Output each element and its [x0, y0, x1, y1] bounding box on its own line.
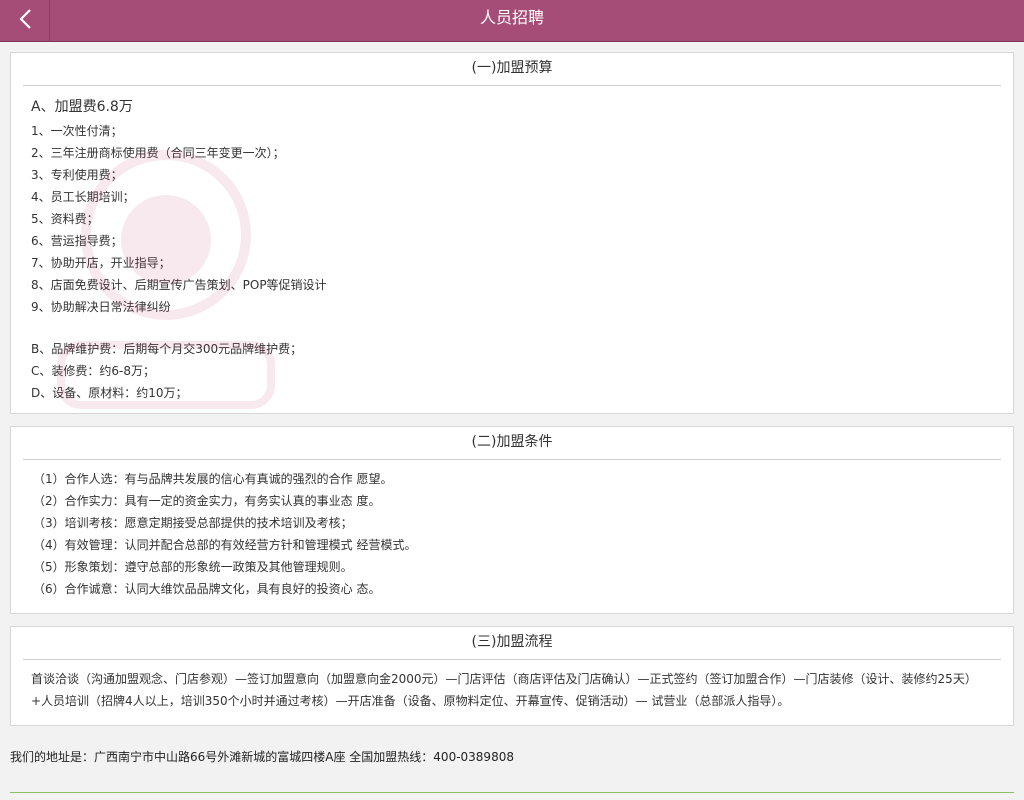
budget-item: 3、专利使用费；: [31, 168, 123, 182]
top-bar: 人员招聘: [0, 0, 1024, 42]
budget-item: 2、三年注册商标使用费（合同三年变更一次）；: [31, 146, 285, 160]
page-title: 人员招聘: [479, 8, 544, 27]
budget-item: 6、营运指导费；: [31, 234, 123, 248]
footer-divider: [10, 792, 1014, 793]
fee-heading: A、加盟费6.8万: [31, 99, 133, 115]
condition-item: （3）培训考核：愿意定期接受总部提供的技术培训及考核；: [33, 516, 353, 530]
decoration-fee: C、装修费：约6-8万；: [31, 364, 155, 378]
process-panel: (三)加盟流程 首谈洽谈（沟通加盟观念、门店参观）—签订加盟意向（加盟意向金20…: [10, 626, 1014, 726]
budget-item: 4、员工长期培训；: [31, 190, 135, 204]
conditions-panel: (二)加盟条件 （1）合作人选：有与品牌共发展的信心有真诚的强烈的合作 愿望。 …: [10, 426, 1014, 614]
budget-panel: (一)加盟预算 A、加盟费6.8万 1、一次性付清； 2、三年注册商标使用费（合…: [10, 52, 1014, 414]
budget-item: 5、资料费；: [31, 212, 99, 226]
process-text: 首谈洽谈（沟通加盟观念、门店参观）—签订加盟意向（加盟意向金2000元）—门店评…: [31, 672, 971, 708]
budget-item: 1、一次性付清；: [31, 124, 123, 138]
brand-fee: B、品牌维护费：后期每个月交300元品牌维护费；: [31, 342, 303, 356]
equipment-fee: D、设备、原材料：约10万；: [31, 386, 188, 400]
process-title: (三)加盟流程: [23, 627, 1001, 660]
budget-item: 8、店面免费设计、后期宣传广告策划、POP等促销设计: [31, 278, 327, 292]
footer-address: 我们的地址是：广西南宁市中山路66号外滩新城的富城四楼A座 全国加盟热线：400…: [10, 750, 514, 764]
condition-item: （1）合作人选：有与品牌共发展的信心有真诚的强烈的合作 愿望。: [33, 472, 393, 486]
condition-item: （2）合作实力：具有一定的资金实力，有务实认真的事业态 度。: [33, 494, 381, 508]
budget-item: 7、协助开店，开业指导；: [31, 256, 171, 270]
conditions-title: (二)加盟条件: [23, 427, 1001, 460]
condition-item: （5）形象策划：遵守总部的形象统一政策及其他管理规则。: [33, 560, 353, 574]
condition-item: （4）有效管理：认同并配合总部的有效经营方针和管理模式 经营模式。: [33, 538, 417, 552]
budget-item: 9、协助解决日常法律纠纷: [31, 300, 171, 314]
budget-title: (一)加盟预算: [23, 53, 1001, 86]
condition-item: （6）合作诚意：认同大维饮品品牌文化，具有良好的投资心 态。: [33, 582, 381, 596]
